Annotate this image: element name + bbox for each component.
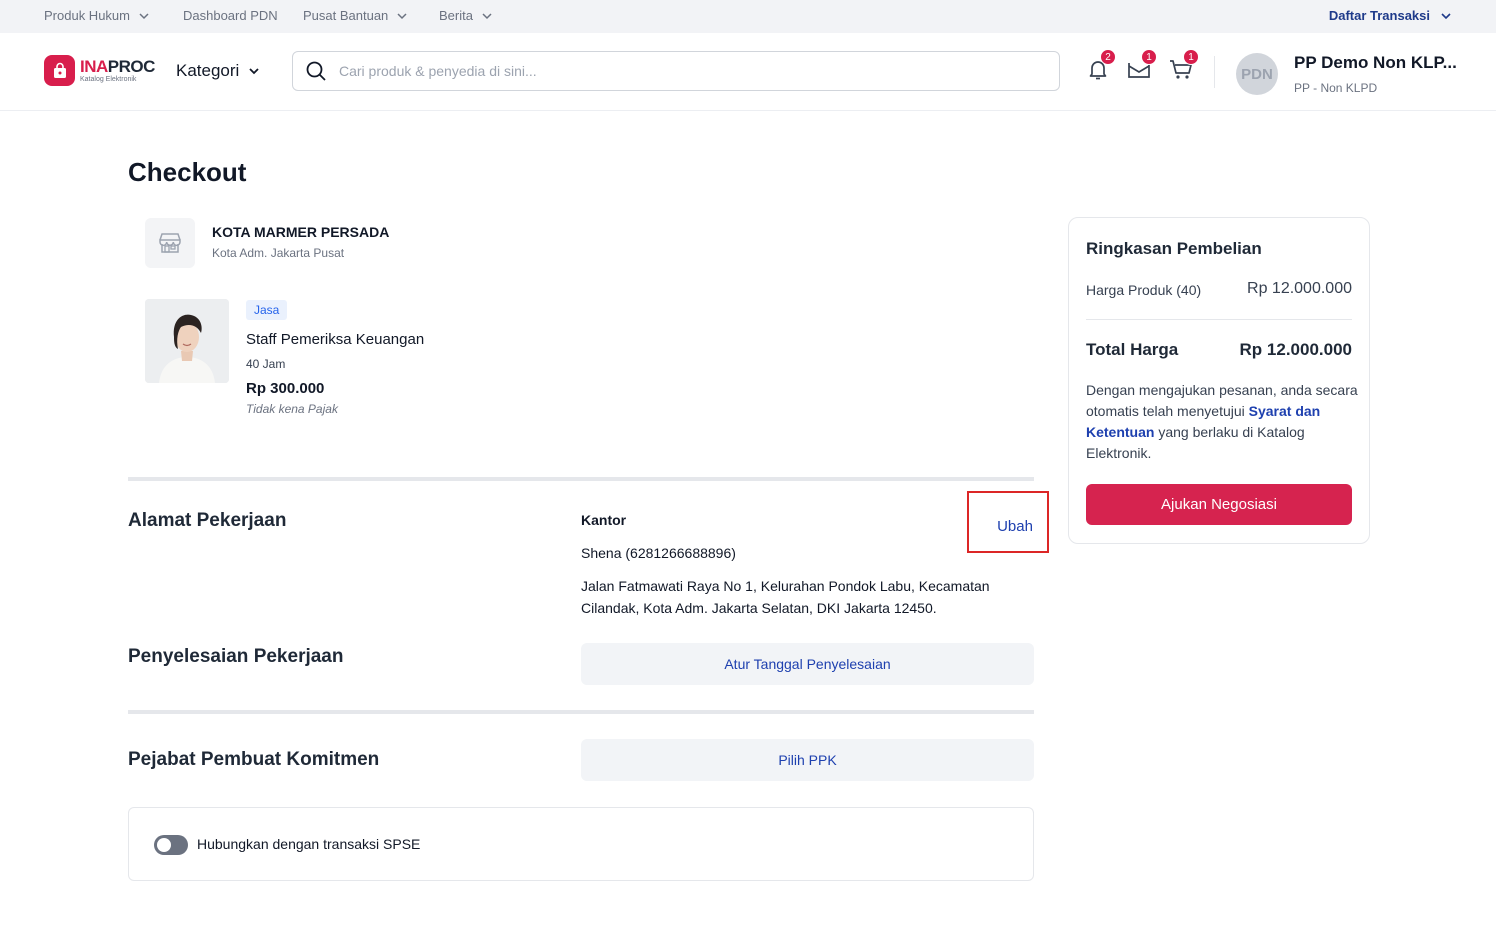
address-contact: Shena (6281266688896) <box>581 545 736 561</box>
completion-section-title: Penyelesaian Pekerjaan <box>128 646 344 667</box>
nav-dashboard-pdn-label: Dashboard PDN <box>183 8 278 23</box>
submit-negotiation-label: Ajukan Negosiasi <box>1161 496 1277 513</box>
section-divider <box>128 710 1034 714</box>
edit-address-button[interactable]: Ubah <box>967 491 1049 553</box>
product-type-tag: Jasa <box>246 300 288 320</box>
summary-title: Ringkasan Pembelian <box>1086 239 1262 258</box>
header-divider <box>1214 56 1215 88</box>
store-icon <box>145 218 195 268</box>
page-title: Checkout <box>128 157 247 187</box>
store-location: Kota Adm. Jakarta Pusat <box>212 246 345 260</box>
search-input[interactable] <box>339 63 1019 79</box>
set-completion-date-label: Atur Tanggal Penyelesaian <box>724 656 891 672</box>
messages-button[interactable]: 1 <box>1125 49 1157 83</box>
nav-dashboard-pdn[interactable]: Dashboard PDN <box>183 8 278 23</box>
ppk-section-title: Pejabat Pembuat Komitmen <box>128 749 380 770</box>
avatar[interactable]: PDN <box>1236 53 1278 95</box>
nav-pusat-bantuan[interactable]: Pusat Bantuan <box>303 8 408 23</box>
notification-button[interactable]: 2 <box>1084 49 1116 83</box>
kategori-dropdown[interactable]: Kategori <box>176 61 261 81</box>
notification-count-badge: 2 <box>1100 49 1116 65</box>
nav-berita-label: Berita <box>439 8 473 23</box>
chevron-down-icon <box>397 12 407 19</box>
terms-text: Dengan mengajukan pesanan, anda secara o… <box>1086 380 1358 464</box>
kategori-label: Kategori <box>176 61 240 80</box>
chevron-down-icon <box>249 68 259 75</box>
choose-ppk-label: Pilih PPK <box>778 752 837 768</box>
summary-divider <box>1086 319 1352 320</box>
logo-subtitle: Katalog Elektronik <box>80 76 137 83</box>
cart-button[interactable]: 1 <box>1167 49 1199 83</box>
purchase-summary-card: Ringkasan Pembelian Harga Produk (40) Rp… <box>1068 217 1370 544</box>
spse-link-panel: Hubungkan dengan transaksi SPSE <box>128 807 1034 881</box>
logo-text-ina: INA <box>80 57 108 76</box>
chevron-down-icon <box>139 12 149 19</box>
store-name[interactable]: KOTA MARMER PERSADA <box>212 224 389 240</box>
product-quantity: 40 Jam <box>246 357 286 371</box>
address-section-title: Alamat Pekerjaan <box>128 510 287 531</box>
address-label: Kantor <box>581 512 627 528</box>
section-divider <box>128 477 1034 481</box>
spse-toggle[interactable] <box>154 835 188 855</box>
cart-count-badge: 1 <box>1183 49 1199 65</box>
nav-produk-hukum-label: Produk Hukum <box>44 8 130 23</box>
daftar-transaksi-label: Daftar Transaksi <box>1328 8 1430 23</box>
product-tax-note: Tidak kena Pajak <box>246 402 338 416</box>
user-name[interactable]: PP Demo Non KLP... <box>1294 53 1457 73</box>
total-price-value: Rp 12.000.000 <box>1239 340 1352 359</box>
spse-toggle-label: Hubungkan dengan transaksi SPSE <box>197 836 421 852</box>
product-price-value: Rp 12.000.000 <box>1247 280 1352 297</box>
chevron-down-icon <box>1441 12 1451 19</box>
shopping-bag-icon <box>44 55 75 86</box>
inaproc-logo[interactable]: INAPROC Katalog Elektronik <box>44 55 155 86</box>
edit-address-label: Ubah <box>997 517 1033 535</box>
address-text: Jalan Fatmawati Raya No 1, Kelurahan Pon… <box>581 578 990 616</box>
total-price-label: Total Harga <box>1086 340 1179 359</box>
nav-produk-hukum[interactable]: Produk Hukum <box>44 8 150 23</box>
product-image <box>145 299 229 383</box>
messages-count-badge: 1 <box>1141 49 1157 65</box>
choose-ppk-button[interactable]: Pilih PPK <box>581 739 1034 781</box>
product-price-label: Harga Produk (40) <box>1086 282 1202 298</box>
user-role: PP - Non KLPD <box>1294 81 1378 95</box>
main-header: INAPROC Katalog Elektronik Kategori 2 1 … <box>0 33 1496 111</box>
chevron-down-icon <box>482 12 492 19</box>
set-completion-date-button[interactable]: Atur Tanggal Penyelesaian <box>581 643 1034 685</box>
submit-negotiation-button[interactable]: Ajukan Negosiasi <box>1086 484 1352 525</box>
logo-text-proc: PROC <box>107 57 156 76</box>
search-icon <box>306 61 326 81</box>
product-price: Rp 300.000 <box>246 380 325 397</box>
daftar-transaksi-menu[interactable]: Daftar Transaksi <box>1329 8 1452 23</box>
top-utility-bar: Produk Hukum Dashboard PDN Pusat Bantuan… <box>0 0 1496 33</box>
search-bar <box>292 51 1060 91</box>
nav-berita[interactable]: Berita <box>439 8 493 23</box>
nav-pusat-bantuan-label: Pusat Bantuan <box>303 8 389 23</box>
product-name[interactable]: Staff Pemeriksa Keuangan <box>246 331 424 348</box>
